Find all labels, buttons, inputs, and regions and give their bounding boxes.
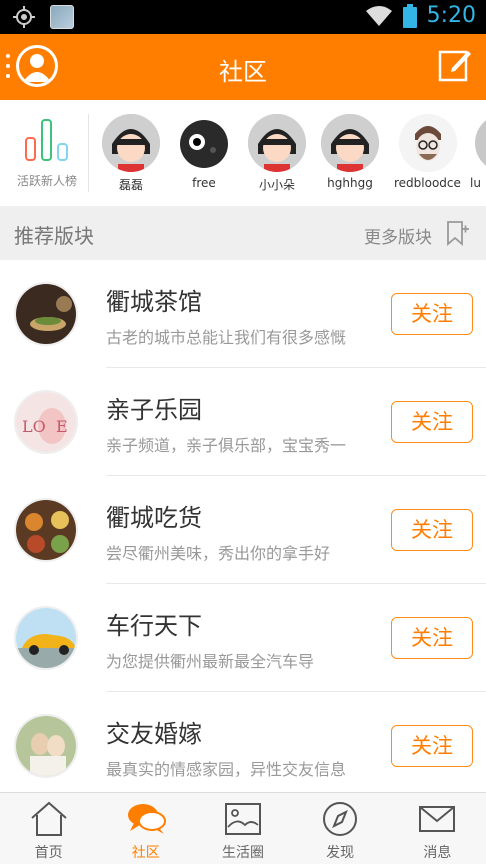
board-description: 最真实的情感家园，异性交友信息 — [106, 760, 347, 779]
active-rank-button[interactable]: 活跃新人榜 — [8, 114, 86, 194]
list-item[interactable]: LO E 亲子乐园 亲子频道，亲子俱乐部，宝宝秀一 关注 — [0, 368, 486, 476]
avatar — [399, 114, 457, 172]
user-name: 小小朵 — [258, 178, 295, 192]
board-name: 交友婚嫁 — [106, 720, 202, 748]
follow-button[interactable]: 关注 — [391, 725, 473, 767]
svg-text:LO: LO — [22, 417, 46, 436]
board-description: 亲子频道，亲子俱乐部，宝宝秀一 — [106, 436, 347, 455]
board-thumbnail: LO E — [14, 390, 78, 454]
bar-chart-icon — [25, 119, 68, 161]
list-item[interactable]: 衢城吃货 尝尽衢州美味，秀出你的拿手好 关注 — [0, 476, 486, 584]
community-chat-icon — [127, 804, 166, 834]
board-name: 衢城吃货 — [106, 504, 202, 532]
board-thumbnail — [14, 606, 78, 670]
tab-home[interactable]: 首页 — [0, 793, 97, 865]
board-description: 尝尽衢州美味，秀出你的拿手好 — [106, 544, 331, 563]
board-thumbnail — [14, 498, 78, 562]
status-bar: 5:20 — [0, 0, 486, 34]
follow-button[interactable]: 关注 — [391, 509, 473, 551]
tab-label: 生活圈 — [221, 845, 264, 861]
board-thumbnail — [14, 282, 78, 346]
compose-icon[interactable] — [438, 48, 472, 82]
avatar — [475, 114, 486, 172]
battery-icon — [402, 3, 417, 28]
board-description: 为您提供衢州最新最全汽车导 — [106, 652, 315, 671]
tab-life-circle[interactable]: 生活圈 — [194, 793, 291, 865]
envelope-icon — [419, 806, 456, 832]
section-title: 推荐版块 — [14, 224, 94, 248]
user-item[interactable]: redbloodcell — [394, 114, 462, 190]
avatar — [248, 114, 306, 172]
tab-label: 首页 — [34, 845, 63, 861]
board-name: 亲子乐园 — [106, 396, 202, 424]
user-item[interactable]: 小小朵 — [243, 114, 311, 193]
tab-label: 发现 — [326, 845, 355, 861]
board-list: 衢城茶馆 古老的城市总能让我们有很多感慨 关注 LO E 亲子乐园 亲子频道，亲子… — [0, 260, 486, 792]
user-name: lu — [470, 176, 481, 190]
user-item[interactable]: free — [170, 114, 238, 190]
app-notification-icon — [50, 5, 74, 29]
follow-button[interactable]: 关注 — [391, 401, 473, 443]
user-name: redbloodcell — [394, 176, 462, 190]
tab-discover[interactable]: 发现 — [292, 793, 389, 865]
user-item[interactable]: lu — [470, 114, 486, 190]
svg-text:E: E — [56, 417, 68, 436]
board-name: 衢城茶馆 — [106, 288, 202, 316]
tab-label: 社区 — [131, 845, 160, 861]
list-item[interactable]: 衢城茶馆 古老的城市总能让我们有很多感慨 关注 — [0, 260, 486, 368]
tab-community[interactable]: 社区 — [97, 793, 194, 865]
page-title: 社区 — [219, 58, 267, 86]
user-name: hghhgg — [327, 176, 373, 190]
user-name: free — [192, 176, 216, 190]
home-icon — [30, 801, 67, 836]
more-boards-link[interactable]: 更多版块 — [364, 223, 432, 248]
avatar — [175, 114, 233, 172]
tab-messages[interactable]: 消息 — [389, 793, 486, 865]
user-item[interactable]: hghhgg — [316, 114, 384, 190]
gps-icon — [13, 6, 35, 28]
board-description: 古老的城市总能让我们有很多感慨 — [106, 328, 347, 347]
follow-button[interactable]: 关注 — [391, 293, 473, 335]
avatar — [102, 114, 160, 172]
wifi-icon — [365, 5, 392, 26]
tab-label: 消息 — [423, 845, 452, 861]
recommended-section-header: 推荐版块 更多版块 — [0, 206, 486, 260]
list-item[interactable]: 车行天下 为您提供衢州最新最全汽车导 关注 — [0, 584, 486, 692]
strip-divider — [88, 114, 89, 192]
board-thumbnail — [14, 714, 78, 778]
active-rank-label: 活跃新人榜 — [16, 174, 77, 188]
compass-icon — [323, 802, 358, 836]
user-name: 磊磊 — [118, 178, 143, 192]
app-header: 社区 — [0, 34, 486, 100]
avatar — [321, 114, 379, 172]
status-time: 5:20 — [426, 3, 476, 28]
active-users-strip[interactable]: 活跃新人榜 磊磊 free 小小朵 hghhgg redbloodcell lu — [0, 100, 486, 206]
list-item[interactable]: 交友婚嫁 最真实的情感家园，异性交友信息 关注 — [0, 692, 486, 800]
bottom-tab-bar: 首页 社区 生活圈 发现 消息 — [0, 792, 486, 864]
user-item[interactable]: 磊磊 — [97, 114, 165, 193]
bookmark-add-icon[interactable] — [444, 220, 470, 246]
follow-button[interactable]: 关注 — [391, 617, 473, 659]
picture-frame-icon — [224, 803, 261, 835]
board-name: 车行天下 — [106, 612, 202, 640]
